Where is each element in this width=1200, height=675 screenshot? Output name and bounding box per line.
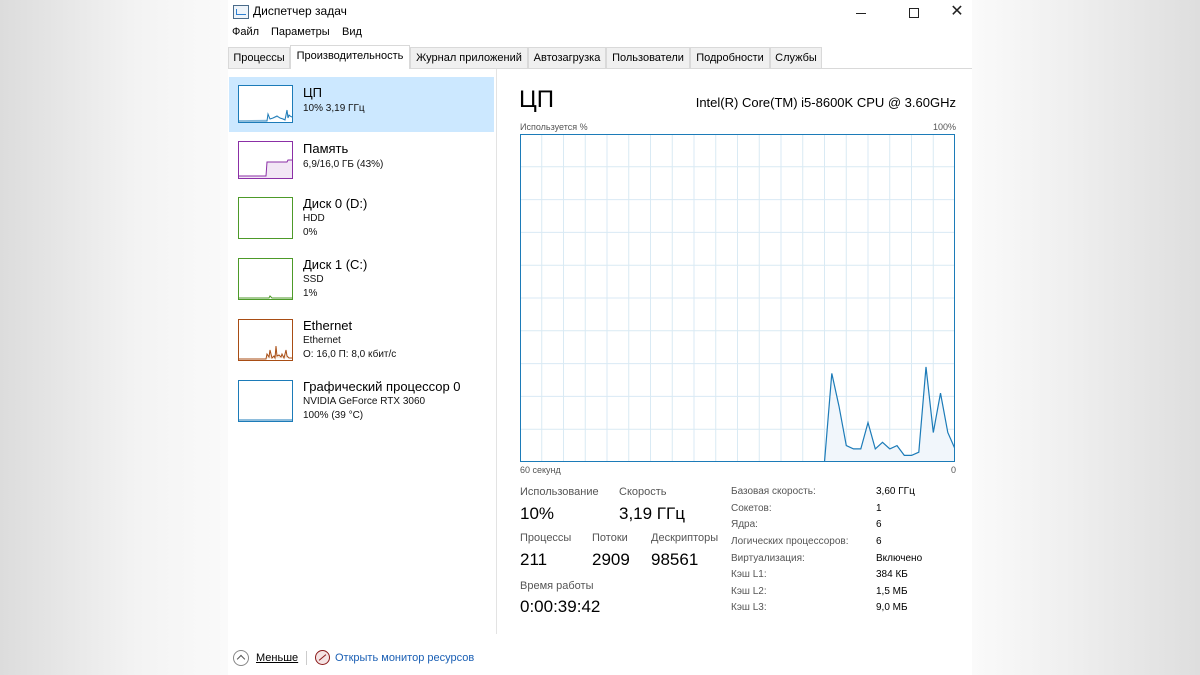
close-button[interactable]: ✕ xyxy=(934,0,980,24)
resource-item-ethernet[interactable]: Ethernet Ethernet О: 16,0 П: 8,0 кбит/с xyxy=(229,315,494,370)
processes-label: Процессы xyxy=(520,532,572,544)
ethernet-thumbnail xyxy=(238,319,293,361)
x-axis-label: 60 секунд xyxy=(520,465,561,475)
background-left xyxy=(0,0,228,675)
cpu-thumbnail xyxy=(238,85,293,123)
memory-thumbnail-graph xyxy=(239,159,292,178)
title-bar: Диспетчер задач ✕ xyxy=(228,0,972,24)
virtualization-label: Виртуализация: xyxy=(731,553,805,564)
menu-options[interactable]: Параметры xyxy=(271,26,330,38)
resource-list: ЦП 10% 3,19 ГГц Память 6,9/16,0 ГБ (43%)… xyxy=(228,69,497,634)
base-speed-value: 3,60 ГГц xyxy=(876,486,915,497)
l2-cache-value: 1,5 МБ xyxy=(876,586,908,597)
uptime-label: Время работы xyxy=(520,580,594,592)
handles-value: 98561 xyxy=(651,550,699,569)
resource-detail: HDD xyxy=(303,213,325,224)
task-manager-icon xyxy=(233,5,249,19)
x-axis-end-label: 0 xyxy=(950,465,956,475)
cpu-model-name: Intel(R) Core(TM) i5-8600K CPU @ 3.60GHz xyxy=(695,95,956,110)
gpu-thumbnail-graph xyxy=(239,419,292,421)
ethernet-thumbnail-graph xyxy=(239,345,292,360)
menu-file[interactable]: Файл xyxy=(232,26,259,38)
fewer-details-button[interactable]: Меньше xyxy=(256,652,298,664)
minimize-icon xyxy=(856,12,866,14)
tab-startup[interactable]: Автозагрузка xyxy=(528,47,606,68)
resource-detail: SSD xyxy=(303,274,324,285)
background-right xyxy=(972,0,1200,675)
tab-processes[interactable]: Процессы xyxy=(228,47,290,68)
resource-detail: Ethernet xyxy=(303,335,341,346)
tab-app-history[interactable]: Журнал приложений xyxy=(410,47,528,68)
open-resource-monitor-link[interactable]: Открыть монитор ресурсов xyxy=(335,652,474,664)
resource-item-disk-1[interactable]: Диск 1 (C:) SSD 1% xyxy=(229,254,494,309)
resource-title: Память xyxy=(303,141,349,156)
handles-label: Дескрипторы xyxy=(651,532,719,544)
resource-monitor-icon xyxy=(315,650,330,665)
y-axis-max-label: 100% xyxy=(932,122,956,132)
logical-processors-label: Логических процессоров: xyxy=(731,536,849,547)
resource-title: Графический процессор 0 xyxy=(303,379,461,394)
disk-1-thumbnail-graph xyxy=(239,295,292,299)
resource-title: Диск 0 (D:) xyxy=(303,196,368,211)
resource-detail: 10% 3,19 ГГц xyxy=(303,103,365,114)
footer-separator xyxy=(306,651,307,665)
sockets-value: 1 xyxy=(876,503,882,514)
resource-title: Ethernet xyxy=(303,318,353,333)
base-speed-label: Базовая скорость: xyxy=(731,486,816,497)
resource-item-memory[interactable]: Память 6,9/16,0 ГБ (43%) xyxy=(229,133,494,188)
close-icon: ✕ xyxy=(950,3,964,20)
logical-processors-value: 6 xyxy=(876,536,882,547)
cores-label: Ядра: xyxy=(731,519,758,530)
cpu-heading: ЦП xyxy=(519,86,555,113)
memory-thumbnail xyxy=(238,141,293,179)
resource-item-cpu[interactable]: ЦП 10% 3,19 ГГц xyxy=(229,77,494,132)
maximize-button[interactable] xyxy=(891,0,937,24)
tab-users[interactable]: Пользователи xyxy=(606,47,690,68)
speed-label: Скорость xyxy=(619,486,667,498)
chevron-up-icon[interactable] xyxy=(233,650,249,666)
sockets-label: Сокетов: xyxy=(731,503,772,514)
window-title: Диспетчер задач xyxy=(253,4,347,18)
processes-value: 211 xyxy=(520,550,548,569)
l3-cache-label: Кэш L3: xyxy=(731,602,767,613)
tab-details[interactable]: Подробности xyxy=(690,47,770,68)
maximize-icon xyxy=(909,8,919,19)
speed-value: 3,19 ГГц xyxy=(619,504,685,523)
usage-value: 10% xyxy=(520,504,555,523)
resource-detail-2: 0% xyxy=(303,227,318,238)
l2-cache-label: Кэш L2: xyxy=(731,586,767,597)
resource-detail-2: 1% xyxy=(303,288,318,299)
resource-title: ЦП xyxy=(303,85,322,100)
resource-detail-2: 100% (39 °C) xyxy=(303,410,364,421)
resource-item-disk-0[interactable]: Диск 0 (D:) HDD 0% xyxy=(229,193,494,248)
task-manager-window: Диспетчер задач ✕ Файл Параметры Вид Про… xyxy=(228,0,972,675)
menu-view[interactable]: Вид xyxy=(342,26,362,38)
y-axis-label: Используется % xyxy=(520,122,588,132)
resource-detail-2: О: 16,0 П: 8,0 кбит/с xyxy=(303,349,397,360)
resource-item-gpu[interactable]: Графический процессор 0 NVIDIA GeForce R… xyxy=(229,376,494,431)
cpu-thumbnail-graph xyxy=(239,109,292,122)
tab-strip: Процессы Производительность Журнал прило… xyxy=(228,45,972,69)
tab-performance[interactable]: Производительность xyxy=(290,45,410,69)
disk-1-thumbnail xyxy=(238,258,293,300)
minimize-button[interactable] xyxy=(838,0,884,24)
cores-value: 6 xyxy=(876,519,882,530)
l1-cache-value: 384 КБ xyxy=(876,569,908,580)
threads-label: Потоки xyxy=(592,532,628,544)
disk-0-thumbnail xyxy=(238,197,293,239)
cpu-usage-graph xyxy=(520,134,955,462)
virtualization-value: Включено xyxy=(876,553,923,564)
tab-services[interactable]: Службы xyxy=(770,47,822,68)
resource-detail: NVIDIA GeForce RTX 3060 xyxy=(303,396,426,407)
resource-detail: 6,9/16,0 ГБ (43%) xyxy=(303,159,384,170)
l3-cache-value: 9,0 МБ xyxy=(876,602,908,613)
usage-label: Использование xyxy=(520,486,599,498)
uptime-value: 0:00:39:42 xyxy=(520,597,601,616)
l1-cache-label: Кэш L1: xyxy=(731,569,767,580)
resource-title: Диск 1 (C:) xyxy=(303,257,368,272)
gpu-thumbnail xyxy=(238,380,293,422)
threads-value: 2909 xyxy=(592,550,630,569)
